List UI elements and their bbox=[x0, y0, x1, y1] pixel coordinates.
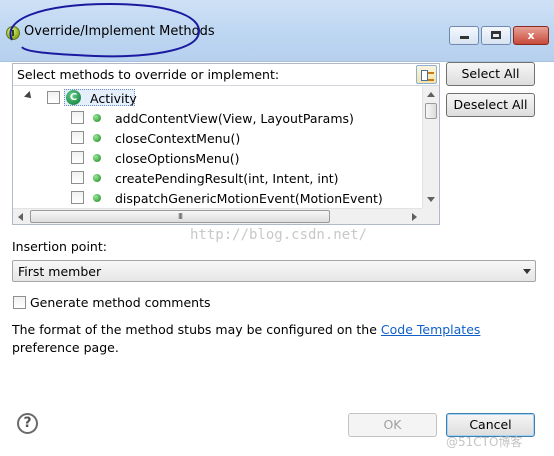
minimize-icon bbox=[459, 36, 469, 39]
method-label: createPendingResult(int, Intent, int) bbox=[115, 171, 339, 186]
insertion-point-select[interactable]: First member bbox=[12, 260, 536, 282]
info-text: The format of the method stubs may be co… bbox=[12, 321, 532, 357]
generate-comments-label[interactable]: Generate method comments bbox=[30, 295, 211, 310]
method-checkbox[interactable] bbox=[71, 171, 84, 184]
class-node-label: Activity bbox=[90, 91, 137, 106]
maximize-button[interactable] bbox=[481, 26, 511, 45]
dialog-body: Select methods to override or implement:… bbox=[0, 62, 554, 456]
info-text-before: The format of the method stubs may be co… bbox=[12, 322, 381, 337]
close-icon: x bbox=[527, 29, 535, 42]
class-checkbox[interactable] bbox=[47, 91, 60, 104]
methods-tree[interactable]: Select methods to override or implement:… bbox=[12, 63, 440, 225]
list-item[interactable]: closeOptionsMenu() bbox=[13, 148, 422, 168]
close-button[interactable]: x bbox=[513, 26, 549, 45]
method-checkbox[interactable] bbox=[71, 151, 84, 164]
minimize-button[interactable] bbox=[449, 26, 479, 45]
tree-header: Select methods to override or implement: bbox=[13, 64, 439, 85]
scroll-down-arrow-icon[interactable] bbox=[427, 197, 435, 202]
method-label: closeOptionsMenu() bbox=[115, 151, 240, 166]
window-title: Override/Implement Methods bbox=[24, 24, 215, 39]
list-item[interactable]: addContentView(View, LayoutParams) bbox=[13, 108, 422, 128]
generate-comments-checkbox[interactable] bbox=[13, 296, 26, 309]
list-item[interactable]: dispatchGenericMotionEvent(MotionEvent) bbox=[13, 188, 422, 208]
insertion-point-label: Insertion point: bbox=[12, 239, 107, 254]
vertical-scroll-thumb[interactable] bbox=[425, 103, 437, 119]
method-label: closeContextMenu() bbox=[115, 131, 241, 146]
title-bar[interactable]: Override/Implement Methods x bbox=[0, 0, 554, 62]
help-icon[interactable]: ? bbox=[17, 413, 38, 434]
scroll-left-arrow-icon[interactable] bbox=[18, 213, 23, 221]
method-checkbox[interactable] bbox=[71, 131, 84, 144]
expand-arrow-icon[interactable] bbox=[24, 91, 34, 101]
insertion-point-value: First member bbox=[18, 264, 102, 279]
scrollbar-corner bbox=[422, 208, 439, 224]
horizontal-scroll-thumb[interactable]: III bbox=[30, 210, 330, 223]
watermark-text: http://blog.csdn.net/ bbox=[190, 227, 368, 243]
eclipse-app-icon bbox=[6, 26, 20, 40]
corner-watermark: @51CTO博客 bbox=[446, 435, 523, 449]
ok-button[interactable]: OK bbox=[348, 413, 437, 437]
method-checkbox[interactable] bbox=[71, 191, 84, 204]
class-icon: C bbox=[66, 90, 81, 105]
method-label: dispatchGenericMotionEvent(MotionEvent) bbox=[115, 191, 383, 206]
list-item[interactable]: createPendingResult(int, Intent, int) bbox=[13, 168, 422, 188]
method-checkbox[interactable] bbox=[71, 111, 84, 124]
code-templates-link[interactable]: Code Templates bbox=[381, 322, 481, 337]
public-method-icon bbox=[93, 194, 101, 202]
public-method-icon bbox=[93, 114, 101, 122]
chevron-down-icon bbox=[523, 269, 531, 274]
list-item[interactable]: closeContextMenu() bbox=[13, 128, 422, 148]
public-method-icon bbox=[93, 134, 101, 142]
select-all-button[interactable]: Select All bbox=[446, 62, 535, 86]
maximize-icon bbox=[491, 31, 501, 39]
method-label: addContentView(View, LayoutParams) bbox=[115, 111, 354, 126]
tree-body: C Activity addContentView(View, LayoutPa… bbox=[13, 86, 422, 208]
select-methods-label: Select methods to override or implement: bbox=[17, 67, 280, 82]
vertical-scrollbar[interactable] bbox=[422, 86, 439, 208]
horizontal-scrollbar[interactable]: III bbox=[13, 208, 422, 224]
info-text-after: preference page. bbox=[12, 340, 119, 355]
scroll-up-arrow-icon[interactable] bbox=[427, 92, 435, 97]
deselect-all-button[interactable]: Deselect All bbox=[446, 93, 535, 117]
public-method-icon bbox=[93, 154, 101, 162]
scroll-right-arrow-icon[interactable] bbox=[412, 213, 417, 221]
tree-node-class[interactable]: C Activity bbox=[13, 88, 422, 108]
toggle-grouping-icon[interactable] bbox=[416, 65, 437, 84]
public-method-icon bbox=[93, 174, 101, 182]
